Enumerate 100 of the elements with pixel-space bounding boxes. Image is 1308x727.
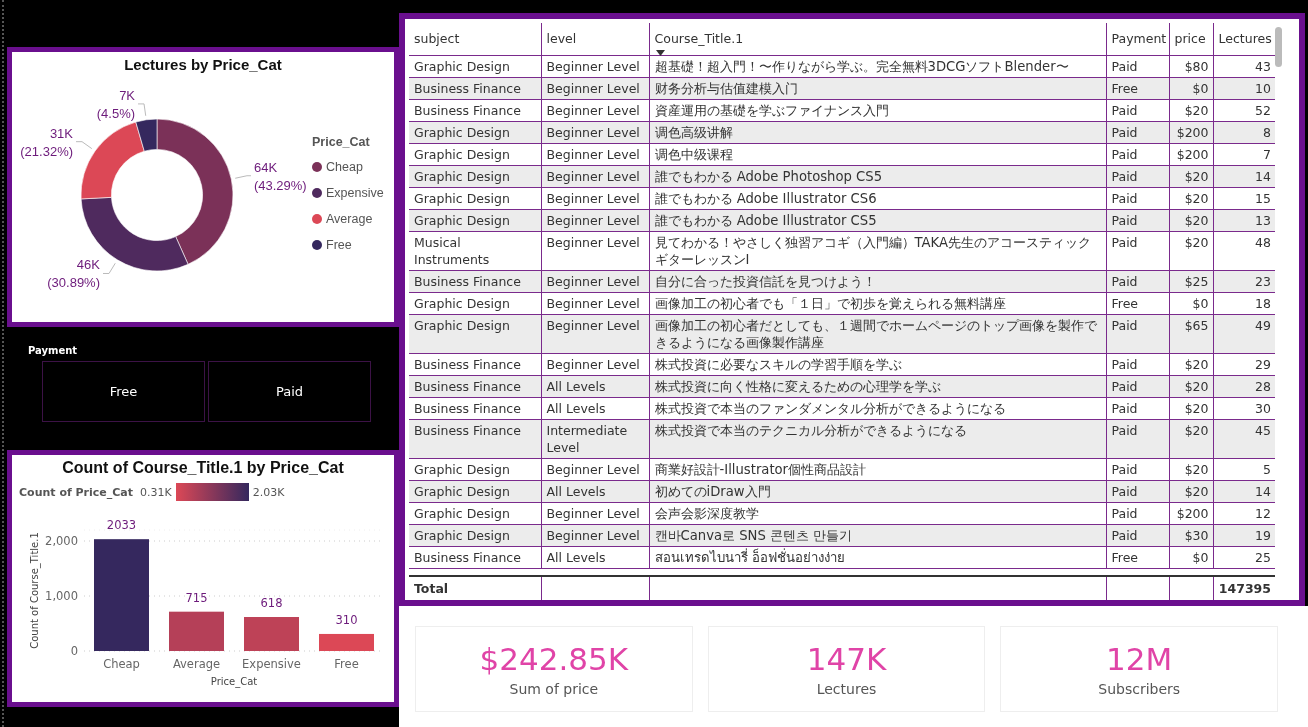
table-cell: Business Finance — [409, 353, 541, 376]
table-cell: Business Finance — [409, 77, 541, 100]
table-cell: Paid — [1106, 55, 1169, 78]
table-cell: 株式投資で本当のテクニカル分析ができるようになる — [649, 419, 1106, 459]
scrollbar-thumb[interactable] — [1275, 27, 1282, 67]
table-cell: Beginner Level — [541, 187, 649, 210]
table-cell: Beginner Level — [541, 314, 649, 354]
data-label: (30.89%) — [47, 275, 100, 291]
table-cell: 45 — [1213, 419, 1275, 459]
table-cell: $20 — [1169, 397, 1213, 420]
table-cell: Beginner Level — [541, 55, 649, 78]
column-header[interactable]: price — [1169, 23, 1213, 56]
table-cell: Paid — [1106, 314, 1169, 354]
table-cell: Paid — [1106, 353, 1169, 376]
table-cell: Graphic Design — [409, 121, 541, 144]
table-cell: Business Finance — [409, 375, 541, 398]
table-cell: 52 — [1213, 99, 1275, 122]
table-cell: Beginner Level — [541, 353, 649, 376]
axis-tick-label: Cheap — [103, 657, 140, 671]
table-cell: สอนเทรดไบนารี่ อ็อฟชั่นอย่างง่าย — [649, 546, 1106, 569]
legend-title: Count of Price_Cat — [19, 485, 134, 499]
slicer-title: Payment — [28, 345, 79, 356]
table-cell: Musical Instruments — [409, 231, 541, 271]
table-cell: 誰でもわかる Adobe Illustrator CS6 — [649, 187, 1106, 210]
table-cell: $20 — [1169, 458, 1213, 481]
leader-line — [75, 141, 93, 150]
table-cell: 会声会影深度教学 — [649, 502, 1106, 525]
table-cell: Graphic Design — [409, 502, 541, 525]
table-cell: 5 — [1213, 458, 1275, 481]
table-cell: Beginner Level — [541, 99, 649, 122]
legend-label: Free — [326, 238, 352, 252]
kpi-label: Subscribers — [1098, 681, 1181, 697]
table-cell: 見てわかる！やさしく独習アコギ（入門編）TAKA先生のアコースティックギターレッスンI — [649, 231, 1106, 271]
table-cell: 株式投資に向く性格に変えるための心理学を学ぶ — [649, 375, 1106, 398]
column-header[interactable]: Course_Title.1 — [649, 23, 1106, 56]
table-cell: Business Finance — [409, 419, 541, 459]
table-cell: 调色中级课程 — [649, 143, 1106, 166]
table-cell: Graphic Design — [409, 165, 541, 188]
axis-tick-label: Average — [172, 657, 221, 671]
table-cell: Beginner Level — [541, 458, 649, 481]
table-cell: 30 — [1213, 397, 1275, 420]
table-cell: $20 — [1169, 231, 1213, 271]
data-label: 2033 — [106, 518, 137, 533]
column-header[interactable]: Payment — [1106, 23, 1169, 56]
axis-tick-label: 1,000 — [45, 589, 78, 603]
column-header[interactable]: level — [541, 23, 649, 56]
table-cell: $80 — [1169, 55, 1213, 78]
table-cell: Free — [1106, 546, 1169, 569]
kpi-value: $242.85K — [479, 641, 629, 677]
kpi-value: 147K — [806, 641, 887, 677]
legend-label: 0.31K — [140, 485, 172, 499]
slicer-option[interactable]: Free — [42, 361, 205, 422]
kpi-label: Lectures — [816, 681, 877, 697]
leader-line — [102, 262, 116, 274]
legend-label: Expensive — [326, 186, 384, 200]
leader-line — [137, 103, 147, 117]
data-label: 618 — [260, 596, 283, 610]
table-cell: Graphic Design — [409, 209, 541, 232]
table-cell: Graphic Design — [409, 314, 541, 354]
table-cell: Beginner Level — [541, 143, 649, 166]
table-cell: 超基礎！超入門！〜作りながら学ぶ。完全無料3DCGソフトBlender〜 — [649, 55, 1106, 78]
table-cell: $0 — [1169, 546, 1213, 569]
axis-tick-label: 0 — [70, 644, 78, 658]
table-cell: $65 — [1169, 314, 1213, 354]
table-cell: 7 — [1213, 143, 1275, 166]
table-cell: 株式投資に必要なスキルの学習手順を学ぶ — [649, 353, 1106, 376]
table-cell: Business Finance — [409, 546, 541, 569]
data-label: 64K — [253, 159, 278, 175]
table-cell: 25 — [1213, 546, 1275, 569]
table-cell: All Levels — [541, 546, 649, 569]
table-cell: 财务分析与估值建模入门 — [649, 77, 1106, 100]
table-cell: $0 — [1169, 292, 1213, 315]
data-label: 715 — [185, 590, 208, 605]
table-cell: 株式投資で本当のファンダメンタル分析ができるようになる — [649, 397, 1106, 420]
table-cell: 48 — [1213, 231, 1275, 271]
table-cell: Paid — [1106, 502, 1169, 525]
table-cell: Graphic Design — [409, 187, 541, 210]
table-cell: Paid — [1106, 99, 1169, 122]
total-label: Total — [409, 576, 541, 600]
table-cell: 資産運用の基礎を学ぶファイナンス入門 — [649, 99, 1106, 122]
axis-title: Count of Course_Title.1 — [29, 532, 40, 649]
chart-title: Count of Course_Title.1 by Price_Cat — [61, 458, 345, 477]
table-cell: 画像加工の初心者でも「１日」で初歩を覚えられる無料講座 — [649, 292, 1106, 315]
column-header[interactable]: subject — [409, 23, 541, 56]
kpi-label: Sum of price — [509, 681, 599, 697]
table-cell: Paid — [1106, 419, 1169, 459]
data-label: 310 — [335, 612, 358, 627]
table-cell: Paid — [1106, 231, 1169, 271]
table-cell: 誰でもわかる Adobe Illustrator CS5 — [649, 209, 1106, 232]
chart-title: Lectures by Price_Cat — [123, 55, 283, 73]
table-cell: 49 — [1213, 314, 1275, 354]
table-cell: Graphic Design — [409, 143, 541, 166]
slicer-option[interactable]: Paid — [208, 361, 371, 422]
table-cell: Graphic Design — [409, 292, 541, 315]
legend-label: Average — [326, 212, 373, 226]
table-cell: Business Finance — [409, 99, 541, 122]
table-cell: Beginner Level — [541, 231, 649, 271]
leader-line — [234, 175, 252, 179]
table-cell: Graphic Design — [409, 480, 541, 503]
table-cell: 15 — [1213, 187, 1275, 210]
